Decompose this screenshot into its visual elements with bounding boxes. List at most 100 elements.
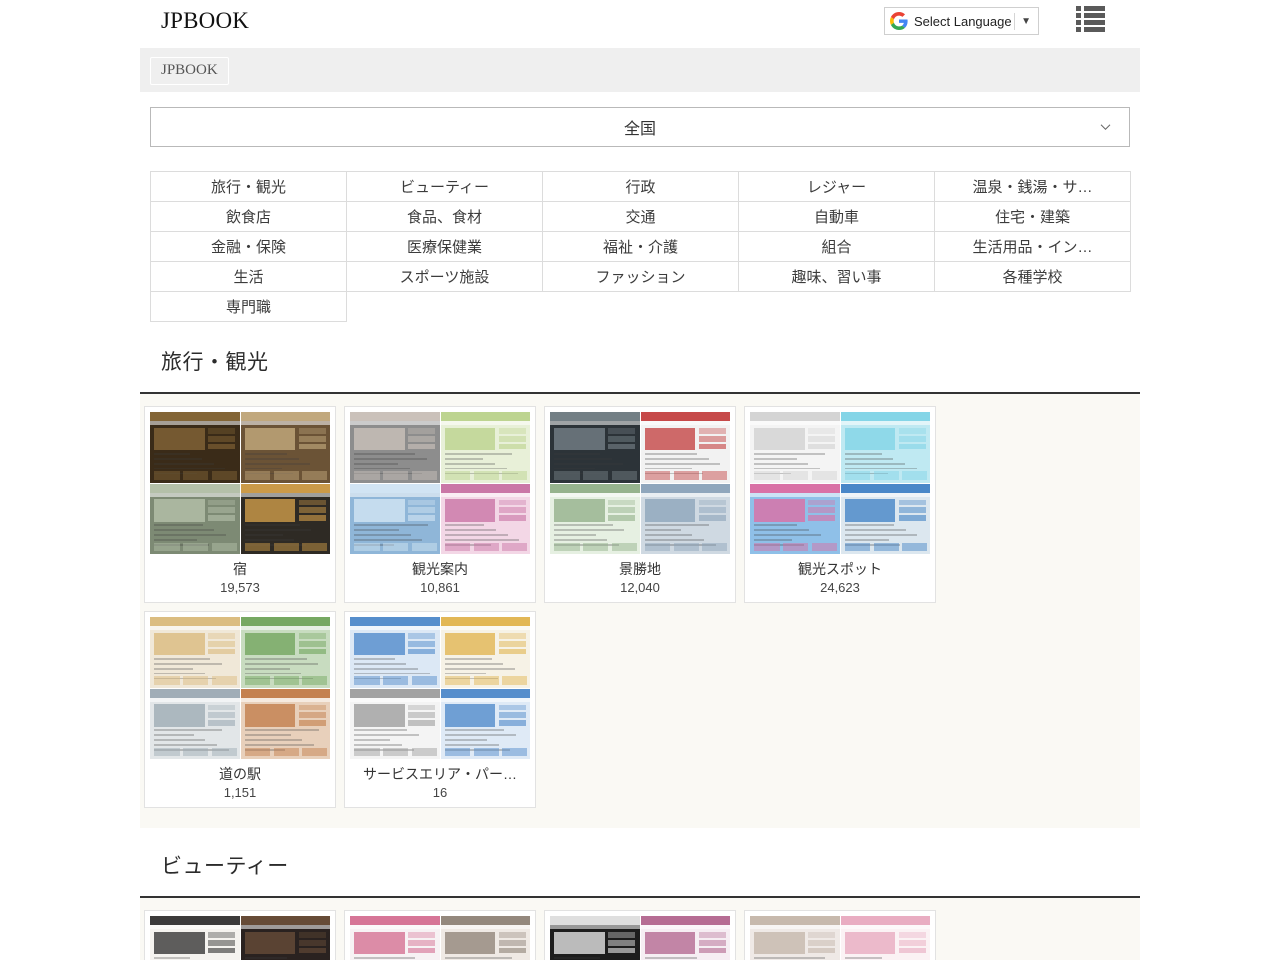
category-cell[interactable]: 交通 — [542, 201, 739, 232]
site-title: JPBOOK — [161, 8, 250, 33]
category-table: 旅行・観光 ビューティー 行政 レジャー 温泉・銭湯・サ… 飲食店 食品、食材 … — [150, 171, 1131, 322]
site-thumbnail — [350, 617, 440, 688]
card-label: 景勝地 — [619, 561, 661, 577]
category-card[interactable]: 観光案内 10,861 — [344, 406, 536, 603]
table-row: 生活 スポーツ施設 ファッション 趣味、習い事 各種学校 — [150, 261, 1131, 292]
category-cell[interactable]: 医療保健業 — [346, 231, 543, 262]
google-g-logo-icon — [890, 12, 908, 30]
category-cell-empty — [739, 292, 935, 322]
site-thumbnail — [240, 916, 330, 960]
breadcrumb-item-jpbook[interactable]: JPBOOK — [150, 57, 229, 85]
category-cell[interactable]: 自動車 — [738, 201, 935, 232]
category-cell[interactable]: 専門職 — [150, 291, 347, 322]
category-card[interactable]: 観光スポット 24,623 — [744, 406, 936, 603]
site-thumbnail — [150, 412, 240, 483]
card-thumbnail — [440, 483, 530, 554]
card-thumbnail — [150, 483, 240, 554]
menu-row — [1076, 20, 1105, 25]
card-thumbnail — [350, 617, 440, 688]
card-thumbnail — [750, 916, 840, 960]
category-cell[interactable]: 食品、食材 — [346, 201, 543, 232]
category-cell[interactable]: レジャー — [738, 171, 935, 202]
card-thumbnail — [350, 916, 440, 960]
google-translate-widget[interactable]: Select Language ▼ — [884, 7, 1039, 35]
table-row: 旅行・観光 ビューティー 行政 レジャー 温泉・銭湯・サ… — [150, 171, 1131, 202]
card-label: 宿 — [233, 561, 247, 577]
card-count: 16 — [432, 785, 448, 800]
card-thumbnail — [150, 916, 240, 960]
category-cell[interactable]: 行政 — [542, 171, 739, 202]
card-thumbnail — [150, 617, 240, 688]
site-thumbnail — [550, 412, 640, 483]
category-cell[interactable]: 金融・保険 — [150, 231, 347, 262]
site-thumbnail — [750, 412, 840, 483]
card-thumbnail — [840, 483, 930, 554]
menu-bar — [1084, 27, 1105, 32]
card-thumbnail — [350, 688, 440, 759]
category-card[interactable]: サービスエリア・パー… 16 — [344, 611, 536, 808]
category-cell[interactable]: 組合 — [738, 231, 935, 262]
category-cell[interactable]: 飲食店 — [150, 201, 347, 232]
category-cell[interactable]: 生活用品・イン… — [934, 231, 1131, 262]
category-cell[interactable]: 各種学校 — [934, 261, 1131, 292]
card-thumbnail-grid — [750, 412, 930, 554]
card-thumbnail — [550, 483, 640, 554]
card-thumbnail — [240, 483, 330, 554]
section-header: ビューティー — [140, 845, 1140, 898]
category-cell[interactable]: 生活 — [150, 261, 347, 292]
card-thumbnail — [150, 412, 240, 483]
list-menu-icon[interactable] — [1076, 6, 1105, 32]
category-cell[interactable]: ビューティー — [346, 171, 543, 202]
translate-separator — [1014, 12, 1016, 30]
site-thumbnail — [440, 688, 530, 759]
menu-bar — [1084, 6, 1105, 11]
region-select[interactable]: 全国 — [150, 107, 1130, 147]
category-cell[interactable]: 旅行・観光 — [150, 171, 347, 202]
section-body — [140, 898, 1140, 960]
site-thumbnail — [150, 617, 240, 688]
category-card[interactable]: 宿 19,573 — [144, 406, 336, 603]
menu-bullet — [1076, 27, 1081, 32]
category-cell[interactable]: 福祉・介護 — [542, 231, 739, 262]
card-label: 観光スポット — [798, 561, 882, 577]
category-cell[interactable]: 住宅・建築 — [934, 201, 1131, 232]
category-card[interactable] — [744, 910, 936, 960]
category-cell[interactable]: スポーツ施設 — [346, 261, 543, 292]
category-cell[interactable]: 温泉・銭湯・サ… — [934, 171, 1131, 202]
card-thumbnail — [750, 483, 840, 554]
card-thumbnail — [240, 412, 330, 483]
card-thumbnail — [440, 617, 530, 688]
card-thumbnail-grid — [550, 916, 730, 960]
category-cell-empty — [543, 292, 739, 322]
card-thumbnail-grid — [750, 916, 930, 960]
category-card[interactable] — [144, 910, 336, 960]
category-cell[interactable]: 趣味、習い事 — [738, 261, 935, 292]
card-thumbnail — [150, 688, 240, 759]
category-cell-empty — [347, 292, 543, 322]
card-label: 道の駅 — [219, 766, 261, 782]
site-thumbnail — [750, 916, 840, 960]
menu-bullet — [1076, 20, 1081, 25]
card-thumbnail — [840, 412, 930, 483]
category-card[interactable] — [544, 910, 736, 960]
site-thumbnail — [240, 412, 330, 483]
card-thumbnail — [750, 412, 840, 483]
category-table-body: 旅行・観光 ビューティー 行政 レジャー 温泉・銭湯・サ… 飲食店 食品、食材 … — [150, 171, 1131, 322]
menu-bar — [1084, 20, 1105, 25]
site-thumbnail — [350, 483, 440, 554]
category-card[interactable]: 道の駅 1,151 — [144, 611, 336, 808]
section-header: 旅行・観光 — [140, 341, 1140, 394]
section-title: 旅行・観光 — [161, 351, 269, 374]
site-thumbnail — [840, 483, 930, 554]
card-thumbnail-grid — [350, 916, 530, 960]
section-title: ビューティー — [161, 855, 289, 878]
card-thumbnail — [350, 412, 440, 483]
card-count: 10,861 — [420, 580, 460, 595]
site-thumbnail — [840, 412, 930, 483]
menu-row — [1076, 13, 1105, 18]
menu-bullet — [1076, 13, 1081, 18]
chevron-down-icon[interactable]: ▼ — [1021, 16, 1031, 27]
category-cell[interactable]: ファッション — [542, 261, 739, 292]
category-card[interactable]: 景勝地 12,040 — [544, 406, 736, 603]
category-card[interactable] — [344, 910, 536, 960]
